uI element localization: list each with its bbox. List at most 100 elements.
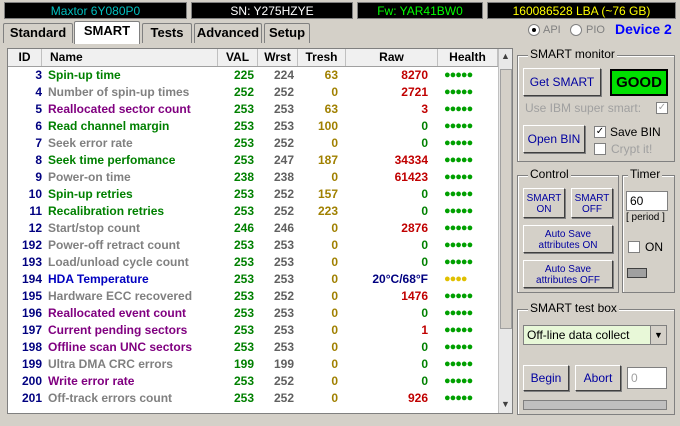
timer-title: Timer (628, 167, 663, 181)
attr-health: ●●●●● (444, 375, 473, 387)
attr-health: ●●●●● (444, 392, 473, 404)
table-row[interactable]: 5 Reallocated sector count 253 253 63 3 ●●●●● (8, 101, 498, 118)
attr-name: Spin-up retries (48, 187, 133, 201)
smart-attributes-table: ID Name VAL Wrst Tresh Raw Health 3 Spin-… (7, 48, 513, 414)
attr-val: 253 (233, 340, 254, 354)
attr-val: 253 (233, 153, 254, 167)
table-row[interactable]: 199 Ultra DMA CRC errors 199 199 0 0 ●●●●● (8, 356, 498, 373)
attr-health: ●●●●● (444, 171, 473, 183)
crypt-checkbox[interactable] (594, 143, 606, 155)
attr-val: 253 (233, 102, 254, 116)
attr-name: Recalibration retries (48, 204, 165, 218)
table-row[interactable]: 193 Load/unload cycle count 253 253 0 0 ●●●●● (8, 254, 498, 271)
tab-smart[interactable]: SMART (74, 21, 140, 44)
tab-setup[interactable]: Setup (264, 23, 310, 43)
attr-raw: 926 (407, 391, 428, 405)
attr-val: 253 (233, 289, 254, 303)
attr-name: HDA Temperature (48, 272, 149, 286)
drive-model: Maxtor 6Y080P0 (4, 2, 187, 19)
smart-off-button[interactable]: SMART OFF (571, 188, 613, 218)
attr-health: ●●●●● (444, 103, 473, 115)
col-health[interactable]: Health (438, 49, 498, 66)
open-bin-button[interactable]: Open BIN (523, 125, 585, 153)
attr-id: 8 (35, 153, 42, 167)
ibm-super-smart-checkbox[interactable]: ✓ (656, 102, 668, 114)
begin-button[interactable]: Begin (523, 365, 569, 391)
table-row[interactable]: 194 HDA Temperature 253 253 0 20°C/68°F ●●●● (8, 271, 498, 288)
attr-health: ●●●●● (444, 137, 473, 149)
col-val[interactable]: VAL (218, 49, 258, 66)
table-row[interactable]: 192 Power-off retract count 253 253 0 0 ●●●●● (8, 237, 498, 254)
abort-button[interactable]: Abort (575, 365, 621, 391)
table-scrollbar[interactable]: ▲ ▼ (498, 49, 512, 413)
col-raw[interactable]: Raw (346, 49, 438, 66)
table-row[interactable]: 197 Current pending sectors 253 253 0 1 ●●●●● (8, 322, 498, 339)
col-tresh[interactable]: Tresh (298, 49, 346, 66)
table-row[interactable]: 6 Read channel margin 253 253 100 0 ●●●●● (8, 118, 498, 135)
scroll-up-icon[interactable]: ▲ (501, 51, 510, 61)
attr-raw: 1476 (401, 289, 428, 303)
smart-on-button[interactable]: SMART ON (523, 188, 565, 218)
table-header: ID Name VAL Wrst Tresh Raw Health (8, 49, 498, 67)
table-row[interactable]: 198 Offline scan UNC sectors 253 253 0 0 ●●●●● (8, 339, 498, 356)
attr-name: Ultra DMA CRC errors (48, 357, 173, 371)
pio-radio[interactable] (570, 24, 582, 36)
table-row[interactable]: 7 Seek error rate 253 252 0 0 ●●●●● (8, 135, 498, 152)
attr-worst: 253 (273, 272, 294, 286)
table-row[interactable]: 4 Number of spin-up times 252 252 0 2721 ●●●●● (8, 84, 498, 101)
test-type-select[interactable]: Off-line data collect ▼ (523, 325, 667, 345)
table-row[interactable]: 3 Spin-up time 225 224 63 8270 ●●●●● (8, 67, 498, 84)
attr-raw: 34334 (394, 153, 428, 167)
col-name[interactable]: Name (42, 49, 218, 66)
attr-raw: 8270 (401, 68, 428, 82)
attr-worst: 252 (273, 187, 294, 201)
attr-id: 3 (35, 68, 42, 82)
table-row[interactable]: 11 Recalibration retries 253 252 223 0 ●●●●● (8, 203, 498, 220)
attr-threshold: 0 (331, 255, 338, 269)
table-row[interactable]: 201 Off-track errors count 253 252 0 926 ●●●●● (8, 390, 498, 407)
col-wrst[interactable]: Wrst (258, 49, 298, 66)
attr-health: ●●●● (444, 273, 468, 285)
tab-advanced[interactable]: Advanced (194, 23, 262, 43)
get-smart-button[interactable]: Get SMART (523, 68, 601, 96)
table-row[interactable]: 200 Write error rate 253 252 0 0 ●●●●● (8, 373, 498, 390)
timer-period-input[interactable]: 60 (626, 191, 668, 211)
attr-id: 199 (21, 357, 42, 371)
attr-val: 253 (233, 238, 254, 252)
table-row[interactable]: 8 Seek time perfomance 253 247 187 34334 ●●●●● (8, 152, 498, 169)
table-row[interactable]: 10 Spin-up retries 253 252 157 0 ●●●●● (8, 186, 498, 203)
attr-val: 252 (233, 85, 254, 99)
chevron-down-icon[interactable]: ▼ (650, 326, 666, 344)
attr-health: ●●●●● (444, 154, 473, 166)
table-row[interactable]: 12 Start/stop count 246 246 0 2876 ●●●●● (8, 220, 498, 237)
attr-raw: 0 (421, 306, 428, 320)
table-row[interactable]: 196 Reallocated event count 253 253 0 0 ●●●●● (8, 305, 498, 322)
table-row[interactable]: 9 Power-on time 238 238 0 61423 ●●●●● (8, 169, 498, 186)
scroll-thumb[interactable] (500, 69, 512, 329)
drive-firmware: Fw: YAR41BW0 (357, 2, 483, 19)
table-row[interactable]: 195 Hardware ECC recovered 253 252 0 1476 ●●●●… (8, 288, 498, 305)
tab-tests[interactable]: Tests (142, 23, 192, 43)
timer-on-checkbox[interactable] (628, 241, 640, 253)
autosave-off-button[interactable]: Auto Save attributes OFF (523, 260, 613, 288)
test-count-input[interactable]: 0 (627, 367, 667, 389)
api-radio[interactable] (528, 24, 540, 36)
save-bin-label: Save BIN (610, 125, 661, 139)
attr-threshold: 0 (331, 289, 338, 303)
autosave-on-button[interactable]: Auto Save attributes ON (523, 225, 613, 253)
attr-name: Hardware ECC recovered (48, 289, 193, 303)
col-id[interactable]: ID (8, 49, 42, 66)
smart-test-box-title: SMART test box (528, 301, 619, 315)
attr-raw: 0 (421, 204, 428, 218)
save-bin-checkbox[interactable]: ✓ (594, 126, 606, 138)
scroll-down-icon[interactable]: ▼ (501, 399, 510, 409)
attr-raw: 3 (421, 102, 428, 116)
attr-health: ●●●●● (444, 188, 473, 200)
attr-id: 5 (35, 102, 42, 116)
timer-period-label: [ period ] (626, 212, 665, 223)
attr-name: Reallocated sector count (48, 102, 191, 116)
attr-threshold: 0 (331, 340, 338, 354)
attr-health: ●●●●● (444, 307, 473, 319)
ibm-super-smart-label: Use IBM super smart: (525, 101, 642, 115)
tab-standard[interactable]: Standard (3, 23, 73, 43)
